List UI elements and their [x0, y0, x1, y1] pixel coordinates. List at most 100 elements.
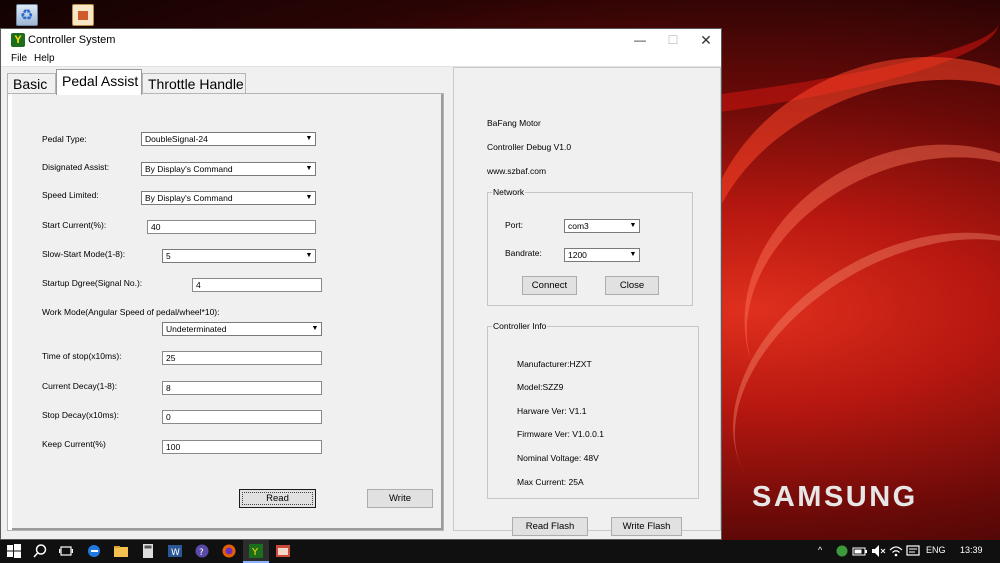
volume-muted-icon[interactable]	[870, 543, 886, 559]
slow-start-mode-label: Slow-Start Mode(1-8):	[42, 249, 126, 259]
port-select[interactable]: com3 ▼	[564, 219, 640, 233]
controller-info-title: Controller Info	[492, 321, 548, 331]
menu-file[interactable]: File	[11, 53, 27, 64]
work-mode-label: Work Mode(Angular Speed of pedal/wheel*1…	[42, 307, 220, 317]
controller-system-window: Y Controller System — ☐ ✕ File Help Basi…	[0, 28, 722, 540]
app-window-icon[interactable]	[275, 543, 291, 559]
pedal-type-select[interactable]: DoubleSignal-24 ▼	[141, 132, 316, 146]
help-icon[interactable]: ?	[194, 543, 210, 559]
maximize-button[interactable]: ☐	[656, 29, 690, 51]
stop-decay-label: Stop Decay(x10ms):	[42, 410, 119, 420]
keep-current-value: 100	[166, 442, 181, 452]
search-icon[interactable]	[32, 543, 48, 559]
windows-start-icon[interactable]	[6, 543, 22, 559]
menu-help[interactable]: Help	[34, 53, 55, 64]
manufacturer-text: Manufacturer:HZXT	[517, 359, 592, 369]
slow-start-mode-select[interactable]: 5 ▼	[162, 249, 316, 263]
designated-assist-label: Disignated Assist:	[42, 162, 110, 172]
stop-decay-value: 0	[166, 412, 171, 422]
chevron-down-icon: ▼	[629, 222, 637, 229]
chevron-down-icon: ▼	[305, 165, 313, 172]
wifi-icon[interactable]	[888, 543, 904, 559]
max-current-text: Max Current: 25A	[517, 477, 584, 487]
startup-degree-input[interactable]: 4	[192, 278, 322, 292]
controller-info-group: Controller Info Manufacturer:HZXT Model:…	[487, 321, 699, 499]
port-value: com3	[568, 221, 589, 231]
calculator-icon[interactable]	[140, 543, 156, 559]
network-group-title: Network	[492, 187, 526, 197]
start-current-input[interactable]: 40	[147, 220, 316, 234]
info-panel: BaFang Motor Controller Debug V1.0 www.s…	[453, 67, 721, 536]
pedal-type-value: DoubleSignal-24	[145, 134, 208, 144]
tab-throttle-handle[interactable]: Throttle Handle	[142, 73, 246, 94]
task-view-icon[interactable]	[58, 543, 74, 559]
network-status-icon[interactable]	[834, 543, 850, 559]
start-current-label: Start Current(%):	[42, 220, 107, 230]
app-icon: Y	[11, 33, 25, 47]
stop-decay-input[interactable]: 0	[162, 410, 322, 424]
clock[interactable]: 13:39	[960, 545, 983, 555]
work-mode-value: Undeterminated	[166, 324, 227, 334]
word-icon[interactable]: W	[167, 543, 183, 559]
baudrate-label: Bandrate:	[505, 248, 542, 258]
write-flash-button[interactable]: Write Flash	[611, 517, 682, 536]
tab-pedal-assist[interactable]: Pedal Assist	[56, 69, 142, 95]
time-of-stop-value: 25	[166, 353, 176, 363]
language-indicator[interactable]: ENG	[926, 545, 946, 555]
start-current-value: 40	[151, 222, 161, 232]
firefox-icon[interactable]	[221, 543, 237, 559]
baudrate-select[interactable]: 1200 ▼	[564, 248, 640, 262]
slow-start-mode-value: 5	[166, 251, 171, 261]
edge-browser-icon[interactable]	[86, 543, 102, 559]
pedal-assist-form: Pedal Type: DoubleSignal-24 ▼ Disignated…	[12, 94, 443, 530]
brand-logo: SAMSUNG	[752, 481, 918, 513]
keep-current-label: Keep Current(%)	[42, 439, 106, 449]
close-button[interactable]: ✕	[689, 29, 723, 51]
file-explorer-icon[interactable]	[113, 543, 129, 559]
read-button[interactable]: Read	[239, 489, 316, 508]
speed-limited-value: By Display's Command	[145, 193, 233, 203]
designated-assist-value: By Display's Command	[145, 164, 233, 174]
port-label: Port:	[505, 220, 523, 230]
recycle-bin-icon[interactable]	[16, 4, 38, 26]
controller-system-taskbar-button[interactable]: Y	[243, 540, 269, 563]
chevron-down-icon: ▼	[629, 251, 637, 258]
write-button[interactable]: Write	[367, 489, 433, 508]
current-decay-value: 8	[166, 383, 171, 393]
taskbar: W ? Y ^ ENG 13:39	[0, 540, 1000, 563]
work-mode-select[interactable]: Undeterminated ▼	[162, 322, 322, 336]
connect-button[interactable]: Connect	[522, 276, 577, 295]
speed-limited-select[interactable]: By Display's Command ▼	[141, 191, 316, 205]
close-port-button[interactable]: Close	[605, 276, 659, 295]
chevron-down-icon: ▼	[305, 194, 313, 201]
time-of-stop-label: Time of stop(x10ms):	[42, 351, 122, 361]
svg-text:W: W	[171, 548, 180, 558]
battery-icon[interactable]	[852, 543, 868, 559]
motor-brand-text: BaFang Motor	[487, 118, 541, 128]
current-decay-input[interactable]: 8	[162, 381, 322, 395]
startup-degree-label: Startup Dgree(Signal No.):	[42, 278, 143, 288]
minimize-button[interactable]: —	[623, 29, 657, 51]
svg-text:Y: Y	[251, 547, 259, 558]
title-bar[interactable]: Y Controller System — ☐ ✕	[1, 29, 721, 51]
website-text: www.szbaf.com	[487, 166, 547, 176]
debug-version-text: Controller Debug V1.0	[487, 142, 572, 152]
desktop-file-icon[interactable]	[72, 4, 94, 26]
keep-current-input[interactable]: 100	[162, 440, 322, 454]
chevron-up-icon[interactable]: ^	[818, 545, 822, 555]
firmware-version-text: Firmware Ver: V1.0.0.1	[517, 429, 604, 439]
window-title: Controller System	[28, 34, 116, 46]
controller-app-icon: Y	[249, 544, 263, 558]
designated-assist-select[interactable]: By Display's Command ▼	[141, 162, 316, 176]
baudrate-value: 1200	[568, 250, 587, 260]
svg-text:?: ?	[199, 548, 204, 558]
notification-icon[interactable]	[905, 543, 921, 559]
chevron-down-icon: ▼	[305, 252, 313, 259]
startup-degree-value: 4	[196, 280, 201, 290]
pedal-assist-panel: Pedal Type: DoubleSignal-24 ▼ Disignated…	[7, 93, 444, 531]
chevron-down-icon: ▼	[311, 325, 319, 332]
time-of-stop-input[interactable]: 25	[162, 351, 322, 365]
hardware-version-text: Harware Ver: V1.1	[517, 406, 587, 416]
tab-basic[interactable]: Basic	[7, 73, 56, 94]
read-flash-button[interactable]: Read Flash	[512, 517, 588, 536]
